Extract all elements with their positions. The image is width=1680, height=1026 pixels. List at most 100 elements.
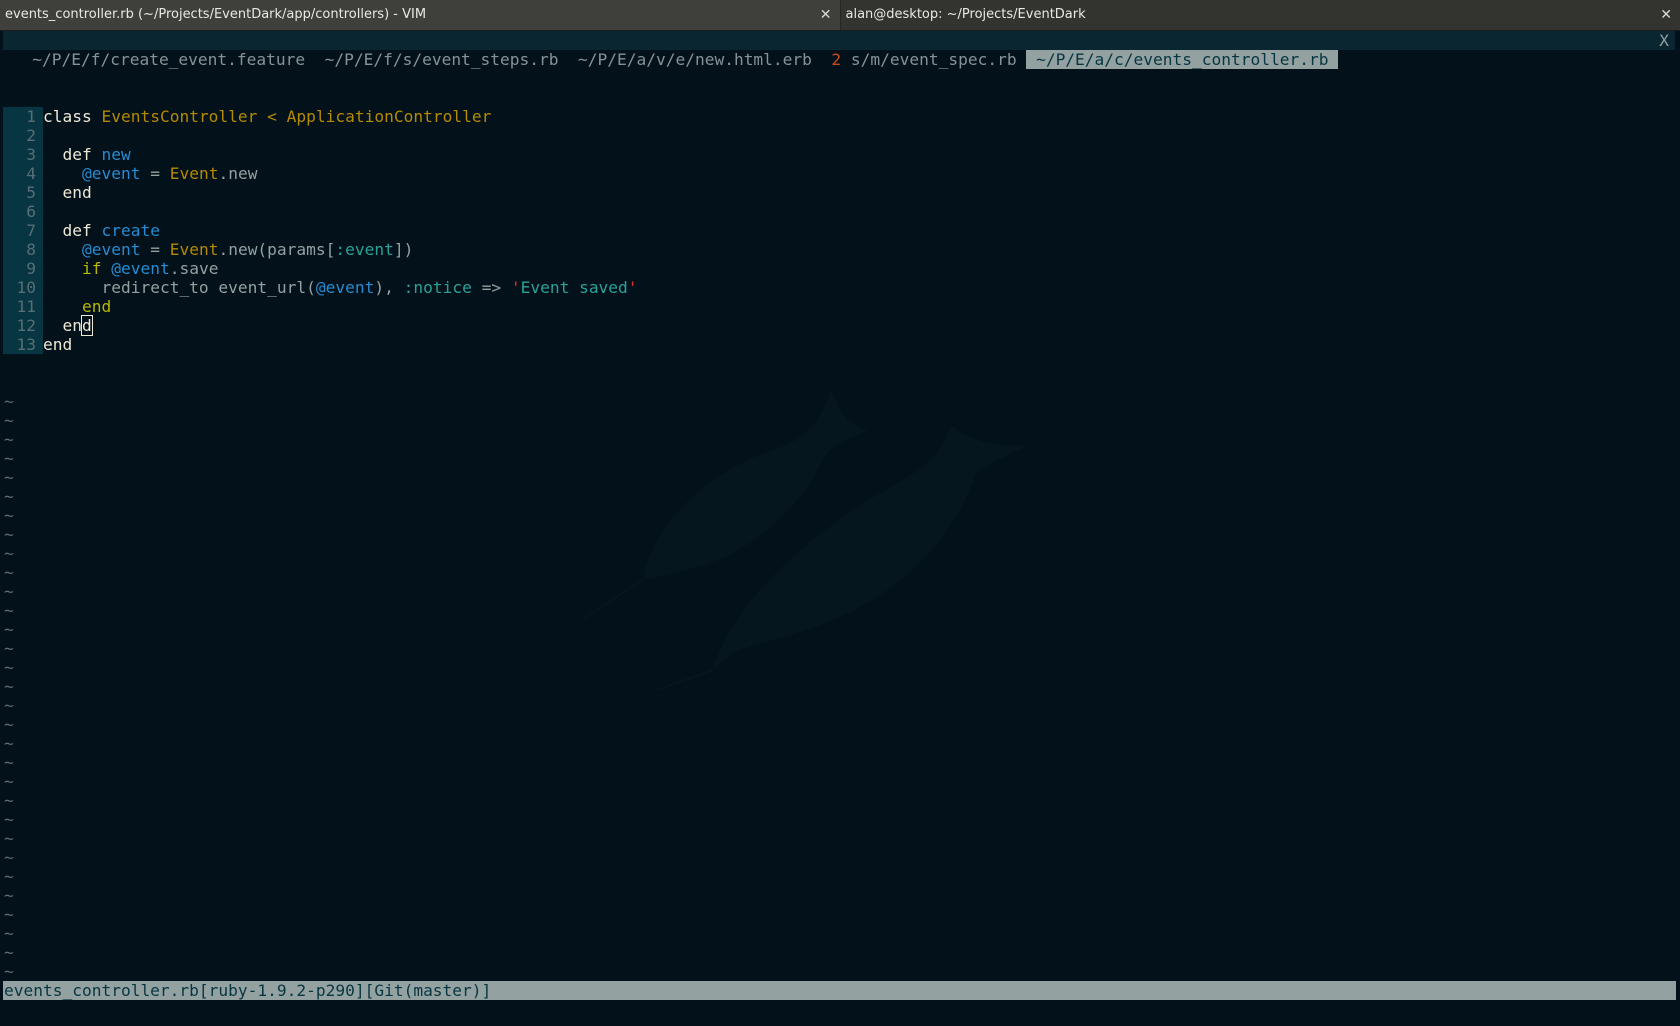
empty-line-marker: ~: [4, 468, 14, 487]
empty-line-marker: ~: [4, 848, 14, 867]
empty-line-marker: ~: [4, 544, 14, 563]
code-line[interactable]: 3 def new: [3, 145, 1675, 164]
code-text: def new: [43, 145, 131, 164]
empty-line-marker: ~: [4, 867, 14, 886]
empty-line-marker: ~: [4, 506, 14, 525]
code-token: class: [43, 107, 92, 126]
empty-line-marker: ~: [4, 943, 14, 962]
empty-line-marker: ~: [4, 829, 14, 848]
code-lines: 1 class EventsController < ApplicationCon…: [3, 107, 1675, 354]
close-icon[interactable]: ✕: [820, 0, 832, 30]
empty-line-marker: ~: [4, 411, 14, 430]
window-tab-bar: events_controller.rb (~/Projects/EventDa…: [0, 0, 1680, 31]
code-token: end: [81, 297, 112, 316]
vim-tabline: ~/P/E/f/create_event.feature ~/P/E/f/s/e…: [3, 31, 1675, 69]
code-line[interactable]: 1 class EventsController < ApplicationCon…: [3, 107, 1675, 126]
empty-lines: ~~~~~~~~~~~~~~~~~~~~~~~~~~~~~~~~~~~~: [3, 392, 1675, 981]
line-number: 4: [3, 164, 43, 183]
code-text: redirect_to event_url(@event), :notice =…: [43, 278, 637, 297]
line-number: 10: [3, 278, 43, 297]
empty-line-marker: ~: [4, 449, 14, 468]
code-token: =: [140, 164, 170, 183]
empty-line-marker: ~: [4, 791, 14, 810]
code-text: end: [43, 315, 93, 336]
empty-line-marker: ~: [4, 696, 14, 715]
code-token: ]): [393, 240, 414, 259]
code-text: def create: [43, 221, 160, 240]
empty-line-marker: ~: [4, 525, 14, 544]
empty-line-marker: ~: [4, 924, 14, 943]
code-token: ),: [374, 278, 404, 297]
line-number: 7: [3, 221, 43, 240]
code-text: end: [43, 183, 92, 202]
code-line[interactable]: 12 end: [3, 315, 1675, 336]
code-token: en: [62, 316, 83, 335]
code-text: if @event.save: [43, 259, 218, 278]
code-token: <: [257, 107, 287, 126]
code-line[interactable]: 8 @event = Event.new(params[:event]): [3, 240, 1675, 259]
code-line[interactable]: 10 redirect_to event_url(@event), :notic…: [3, 278, 1675, 297]
line-number: 1: [3, 107, 43, 126]
code-token: Event: [169, 164, 219, 183]
code-token: :notice: [403, 278, 472, 297]
text-cursor: d: [81, 315, 93, 336]
empty-line-marker: ~: [4, 601, 14, 620]
code-text: @event = Event.new: [43, 164, 257, 183]
command-line[interactable]: [3, 1001, 1675, 1021]
empty-line-marker: ~: [4, 772, 14, 791]
code-text: class EventsController < ApplicationCont…: [43, 107, 491, 126]
status-line: events_controller.rb[ruby-1.9.2-p290][Gi…: [3, 981, 1676, 1000]
line-number: 2: [3, 126, 43, 145]
code-line[interactable]: 13 end: [3, 335, 1675, 354]
line-number: 11: [3, 297, 43, 316]
code-token: @event: [315, 278, 375, 297]
close-icon[interactable]: ✕: [1660, 0, 1672, 30]
code-token: .save: [169, 259, 219, 278]
line-number: 12: [3, 316, 43, 335]
code-token: def: [62, 221, 92, 240]
empty-line-marker: ~: [4, 392, 14, 411]
empty-line-marker: ~: [4, 582, 14, 601]
code-token: end: [43, 335, 73, 354]
code-text: end: [43, 335, 72, 354]
code-line[interactable]: 4 @event = Event.new: [3, 164, 1675, 183]
code-line[interactable]: 7 def create: [3, 221, 1675, 240]
code-token: redirect_to event_url(: [43, 278, 316, 297]
code-token: @event: [111, 259, 170, 278]
window-tab-terminal[interactable]: alan@desktop: ~/Projects/EventDark ✕: [839, 0, 1680, 30]
code-token: Event: [169, 240, 219, 259]
code-token: =: [140, 240, 170, 259]
code-line[interactable]: 9 if @event.save: [3, 259, 1675, 278]
window-tab-vim[interactable]: events_controller.rb (~/Projects/EventDa…: [0, 0, 840, 30]
empty-line-marker: ~: [4, 658, 14, 677]
empty-line-marker: ~: [4, 962, 14, 981]
code-line[interactable]: 11 end: [3, 297, 1675, 316]
code-line[interactable]: 2: [3, 126, 1675, 145]
code-text: end: [43, 297, 111, 316]
code-line[interactable]: 6: [3, 202, 1675, 221]
editor-buffer[interactable]: 1 class EventsController < ApplicationCon…: [3, 50, 1675, 981]
line-number: 13: [3, 335, 43, 354]
code-token: ': [510, 278, 521, 297]
line-number: 3: [3, 145, 43, 164]
code-token: Event saved: [520, 278, 628, 297]
code-token: :event: [335, 240, 394, 259]
code-token: @event: [81, 164, 141, 183]
empty-line-marker: ~: [4, 905, 14, 924]
line-number: 8: [3, 240, 43, 259]
line-number: 6: [3, 202, 43, 221]
code-line[interactable]: 5 end: [3, 183, 1675, 202]
tabline-close-button[interactable]: X: [1659, 31, 1669, 50]
code-token: create: [101, 221, 160, 240]
line-number: 9: [3, 259, 43, 278]
code-token: new: [101, 145, 131, 164]
code-token: EventsController: [101, 107, 258, 126]
